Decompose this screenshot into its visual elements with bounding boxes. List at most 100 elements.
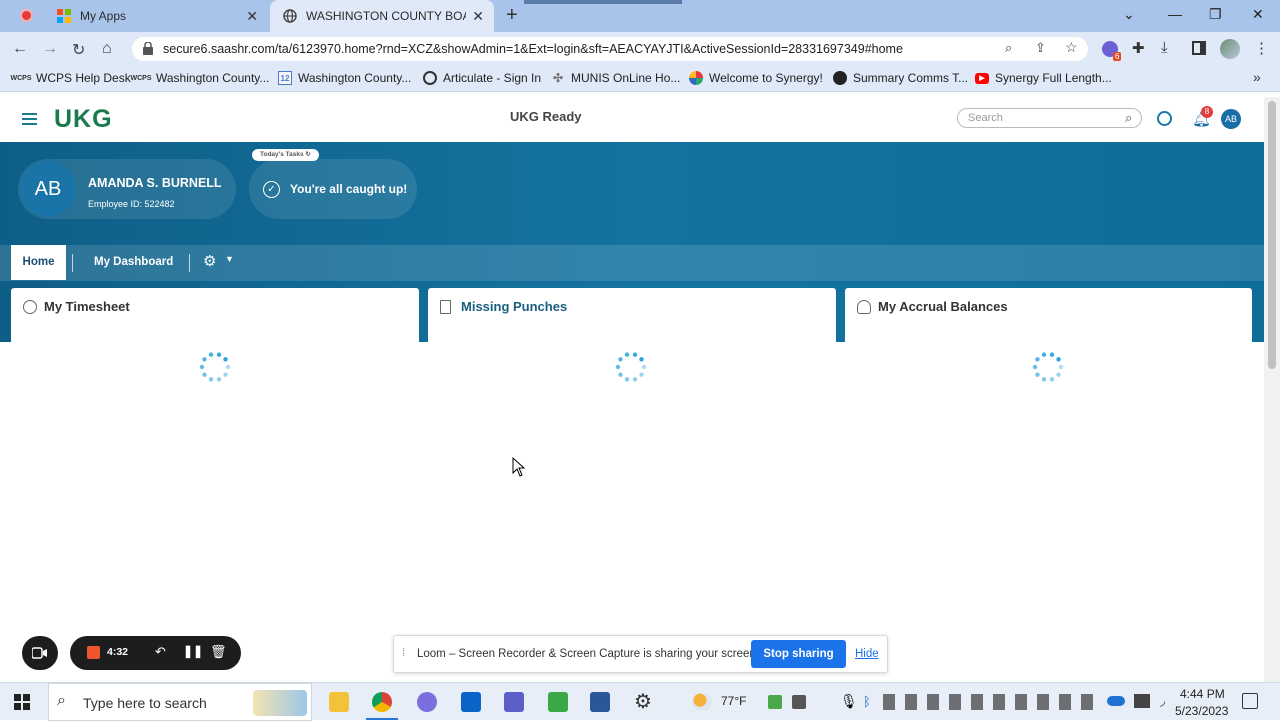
hide-link[interactable]: Hide	[855, 648, 879, 660]
green-tray-icon[interactable]	[768, 695, 782, 709]
wcps-icon: WCPS	[10, 74, 32, 82]
reload-button[interactable]: ↻	[72, 40, 85, 60]
undo-icon[interactable]: ↶	[155, 644, 166, 660]
delete-icon[interactable]: 🗑︎	[210, 644, 227, 660]
address-bar[interactable]: secure6.saashr.com/ta/6123970.home?rnd=X…	[132, 37, 1088, 61]
more-bookmarks-button[interactable]: »	[1253, 69, 1261, 85]
search-icon[interactable]: ⌕	[1125, 110, 1132, 126]
taskbar-search-input[interactable]: ⌕ Type here to search	[48, 683, 312, 721]
settings-gear-icon[interactable]: ⚙	[203, 252, 216, 270]
word-icon[interactable]	[590, 692, 610, 712]
card-title[interactable]: My Accrual Balances	[878, 299, 1008, 314]
tab-home[interactable]: Home	[11, 245, 66, 280]
microphone-icon[interactable]: 🎙︎	[840, 693, 858, 710]
puzzle-icon[interactable]: ✚	[1132, 39, 1145, 57]
scrollbar-thumb[interactable]	[1268, 101, 1276, 369]
home-button[interactable]: ⌂	[102, 40, 112, 58]
spinner-dot	[632, 377, 638, 382]
bookmark-star-icon[interactable]: ☆	[1065, 39, 1078, 56]
bookmark-item[interactable]: ▶ Synergy Full Length...	[975, 71, 1112, 85]
teams-icon[interactable]	[504, 692, 524, 712]
bookmark-item[interactable]: Welcome to Synergy!	[689, 71, 823, 85]
hamburger-menu-icon[interactable]	[22, 112, 37, 126]
bluetooth-icon[interactable]: ᛒ	[863, 694, 871, 709]
profile-avatar[interactable]	[1220, 39, 1240, 59]
zoom-icon[interactable]: ⌕	[1005, 40, 1012, 56]
drag-handle-icon[interactable]: ⁞	[402, 647, 405, 659]
document-icon	[440, 300, 451, 314]
card-title[interactable]: Missing Punches	[461, 299, 567, 314]
forward-button[interactable]: →	[42, 40, 58, 58]
camtasia-icon[interactable]	[548, 692, 568, 712]
missing-punches-card: Missing Punches	[428, 288, 836, 682]
profile-card[interactable]: AB AMANDA S. BURNELL Employee ID: 522482	[18, 159, 236, 219]
help-icon[interactable]	[1157, 111, 1172, 126]
profile-avatar: AB	[20, 161, 76, 217]
accrual-balances-card: My Accrual Balances	[845, 288, 1252, 682]
tab-washington-county[interactable]: WASHINGTON COUNTY BOARD ✕	[270, 0, 494, 32]
url-text[interactable]: secure6.saashr.com/ta/6123970.home?rnd=X…	[163, 42, 903, 56]
dashboard-nav: Home My Dashboard ⚙ ▼	[0, 245, 1264, 281]
tab-my-dashboard[interactable]: My Dashboard	[94, 256, 173, 268]
chrome-icon[interactable]	[372, 692, 392, 712]
close-tab-icon[interactable]: ✕	[246, 8, 258, 25]
bookmark-item[interactable]: 12 Washington County...	[278, 71, 411, 85]
onedrive-icon[interactable]	[1107, 696, 1125, 706]
card-title[interactable]: My Timesheet	[44, 299, 130, 314]
side-panel-icon[interactable]	[1192, 41, 1206, 55]
spinner-dot	[208, 352, 214, 357]
search-input[interactable]: Search ⌕	[957, 108, 1142, 128]
munis-icon: ✣	[552, 71, 564, 85]
outlook-icon[interactable]	[461, 692, 481, 712]
search-placeholder: Search	[968, 112, 1003, 124]
gear-icon[interactable]: ⚙	[634, 689, 652, 714]
stop-recording-button[interactable]	[87, 646, 100, 659]
weather-temp[interactable]: 77°F	[721, 694, 746, 708]
pause-icon[interactable]: ❚❚	[183, 644, 203, 658]
share-icon[interactable]: ⇪	[1035, 40, 1046, 56]
windows-taskbar: ⌕ Type here to search ⚙ 77°F 🎙︎ ᛒ ◞ 4:44…	[0, 682, 1280, 721]
spinner-dot	[216, 377, 222, 382]
spinner-dot	[1035, 372, 1040, 377]
tab-search-chevron-icon[interactable]: ⌄	[1123, 6, 1135, 23]
clock-date[interactable]: 5/23/2023	[1175, 704, 1228, 718]
restore-button[interactable]: ❐	[1209, 6, 1222, 23]
close-tab-icon[interactable]: ✕	[472, 8, 484, 25]
bookmark-item[interactable]: WCPS WCPS Help Desk	[10, 71, 131, 85]
tray-icons[interactable]	[883, 694, 1103, 710]
minimize-button[interactable]: —	[1168, 6, 1182, 22]
synergy-icon	[689, 71, 703, 85]
close-window-button[interactable]: ✕	[1252, 6, 1264, 23]
back-button[interactable]: ←	[12, 40, 28, 58]
page-scrollbar[interactable]	[1264, 97, 1280, 682]
settings-app-icon[interactable]	[417, 692, 437, 712]
bookmark-item[interactable]: Summary Comms T...	[833, 71, 968, 85]
clock-time[interactable]: 4:44 PM	[1180, 687, 1225, 701]
user-avatar[interactable]: AB	[1221, 109, 1241, 129]
bookmark-item[interactable]: WCPS Washington County...	[131, 71, 270, 85]
network-icon[interactable]	[1134, 694, 1150, 708]
bookmark-item[interactable]: ✣ MUNIS OnLine Ho...	[551, 71, 680, 85]
globe-icon	[282, 8, 298, 24]
spinner-dot	[225, 364, 231, 370]
notifications-icon[interactable]	[1242, 693, 1258, 709]
download-icon[interactable]: ⤓	[1161, 39, 1168, 56]
file-explorer-icon[interactable]	[329, 692, 349, 712]
notification-badge: 8	[1201, 106, 1213, 118]
refresh-icon[interactable]: ↻	[305, 151, 310, 158]
spinner-dot	[208, 377, 214, 382]
tasks-card[interactable]: ✓ You're all caught up!	[249, 159, 417, 219]
bookmark-item[interactable]: Articulate - Sign In	[423, 71, 541, 85]
new-tab-button[interactable]: +	[506, 4, 518, 27]
weather-icon[interactable]	[692, 693, 712, 711]
camera-toggle-button[interactable]	[22, 636, 58, 670]
tab-my-apps[interactable]: My Apps ✕	[46, 0, 268, 32]
employee-name: AMANDA S. BURNELL	[88, 176, 222, 190]
ukg-logo[interactable]: UKG	[54, 105, 113, 134]
stop-sharing-button[interactable]: Stop sharing	[751, 640, 846, 668]
windows-start-icon[interactable]	[14, 694, 30, 715]
chrome-menu-icon[interactable]: ⋮	[1254, 39, 1269, 57]
printer-icon[interactable]	[792, 695, 806, 709]
wifi-icon[interactable]: ◞	[1160, 693, 1165, 709]
chevron-down-icon[interactable]: ▼	[225, 254, 234, 264]
